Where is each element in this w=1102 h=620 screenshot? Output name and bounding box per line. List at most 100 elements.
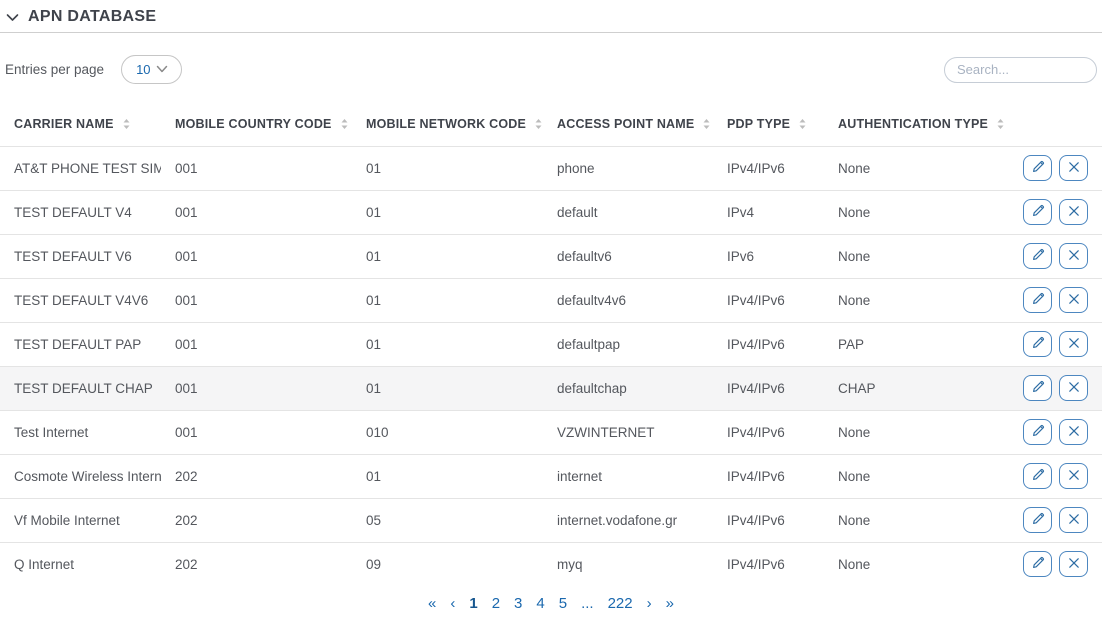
table-row: Vf Mobile Internet 202 05 internet.vodaf… — [0, 498, 1102, 542]
search-input[interactable] — [944, 57, 1097, 83]
cell-mobile-network-code: 01 — [352, 278, 543, 322]
edit-button[interactable] — [1023, 419, 1052, 445]
cell-carrier-name: TEST DEFAULT V4V6 — [0, 278, 161, 322]
pagination-page-3[interactable]: 3 — [514, 595, 522, 612]
pagination-last[interactable]: » — [666, 595, 674, 612]
edit-button[interactable] — [1023, 463, 1052, 489]
pagination: « ‹ 1 2 3 4 5 ... 222 › » — [0, 595, 1102, 612]
cell-pdp-type: IPv6 — [713, 234, 824, 278]
pencil-icon — [1030, 203, 1046, 222]
sort-arrows-icon — [702, 118, 711, 130]
cell-access-point-name: internet — [543, 454, 713, 498]
column-header-mobile-network-code[interactable]: MOBILE NETWORK CODE — [352, 103, 543, 146]
cell-mobile-network-code: 010 — [352, 410, 543, 454]
delete-button[interactable] — [1059, 287, 1088, 313]
column-header-pdp-type[interactable]: PDP TYPE — [713, 103, 824, 146]
edit-button[interactable] — [1023, 287, 1052, 313]
x-icon — [1067, 336, 1081, 353]
table-row: Test Internet 001 010 VZWINTERNET IPv4/I… — [0, 410, 1102, 454]
apn-table: CARRIER NAME MOBILE COUNTRY CODE MOBILE … — [0, 103, 1102, 586]
cell-carrier-name: Test Internet — [0, 410, 161, 454]
cell-actions — [1010, 410, 1102, 454]
cell-pdp-type: IPv4/IPv6 — [713, 146, 824, 190]
table-row: Q Internet 202 09 myq IPv4/IPv6 None — [0, 542, 1102, 586]
cell-actions — [1010, 234, 1102, 278]
edit-button[interactable] — [1023, 199, 1052, 225]
pencil-icon — [1030, 159, 1046, 178]
delete-button[interactable] — [1059, 243, 1088, 269]
table-row: TEST DEFAULT V6 001 01 defaultv6 IPv6 No… — [0, 234, 1102, 278]
table-header-row: CARRIER NAME MOBILE COUNTRY CODE MOBILE … — [0, 103, 1102, 146]
cell-mobile-country-code: 001 — [161, 146, 352, 190]
column-header-mobile-country-code[interactable]: MOBILE COUNTRY CODE — [161, 103, 352, 146]
cell-mobile-country-code: 001 — [161, 190, 352, 234]
cell-access-point-name: defaultchap — [543, 366, 713, 410]
delete-button[interactable] — [1059, 507, 1088, 533]
x-icon — [1067, 204, 1081, 221]
cell-mobile-network-code: 01 — [352, 366, 543, 410]
pagination-page-5[interactable]: 5 — [559, 595, 567, 612]
table-row: TEST DEFAULT V4V6 001 01 defaultv4v6 IPv… — [0, 278, 1102, 322]
cell-pdp-type: IPv4/IPv6 — [713, 366, 824, 410]
cell-mobile-country-code: 202 — [161, 498, 352, 542]
pencil-icon — [1030, 467, 1046, 486]
pagination-page-222[interactable]: 222 — [608, 595, 633, 612]
delete-button[interactable] — [1059, 155, 1088, 181]
cell-pdp-type: IPv4/IPv6 — [713, 278, 824, 322]
cell-authentication-type: None — [824, 410, 1010, 454]
edit-button[interactable] — [1023, 331, 1052, 357]
cell-pdp-type: IPv4/IPv6 — [713, 454, 824, 498]
delete-button[interactable] — [1059, 375, 1088, 401]
table-row: Cosmote Wireless Internet 202 01 interne… — [0, 454, 1102, 498]
cell-mobile-network-code: 01 — [352, 322, 543, 366]
page-title: APN DATABASE — [28, 8, 156, 26]
column-header-authentication-type[interactable]: AUTHENTICATION TYPE — [824, 103, 1010, 146]
entries-per-page-select[interactable]: 10 — [121, 55, 181, 84]
delete-button[interactable] — [1059, 551, 1088, 577]
edit-button[interactable] — [1023, 375, 1052, 401]
cell-actions — [1010, 322, 1102, 366]
x-icon — [1067, 160, 1081, 177]
pagination-first[interactable]: « — [428, 595, 436, 612]
cell-carrier-name: TEST DEFAULT CHAP — [0, 366, 161, 410]
cell-carrier-name: AT&T PHONE TEST SIM — [0, 146, 161, 190]
cell-authentication-type: None — [824, 190, 1010, 234]
cell-access-point-name: defaultv4v6 — [543, 278, 713, 322]
delete-button[interactable] — [1059, 419, 1088, 445]
cell-carrier-name: TEST DEFAULT PAP — [0, 322, 161, 366]
apn-database-section-header[interactable]: APN DATABASE — [0, 0, 1102, 33]
delete-button[interactable] — [1059, 199, 1088, 225]
column-header-carrier-name[interactable]: CARRIER NAME — [0, 103, 161, 146]
pagination-next[interactable]: › — [647, 595, 652, 612]
chevron-down-icon — [156, 60, 168, 78]
pagination-page-4[interactable]: 4 — [536, 595, 544, 612]
x-icon — [1067, 424, 1081, 441]
cell-authentication-type: None — [824, 278, 1010, 322]
edit-button[interactable] — [1023, 551, 1052, 577]
cell-authentication-type: CHAP — [824, 366, 1010, 410]
pagination-page-2[interactable]: 2 — [492, 595, 500, 612]
table-row: TEST DEFAULT V4 001 01 default IPv4 None — [0, 190, 1102, 234]
cell-carrier-name: Cosmote Wireless Internet — [0, 454, 161, 498]
cell-pdp-type: IPv4/IPv6 — [713, 322, 824, 366]
cell-mobile-country-code: 001 — [161, 322, 352, 366]
edit-button[interactable] — [1023, 507, 1052, 533]
table-row: TEST DEFAULT PAP 001 01 defaultpap IPv4/… — [0, 322, 1102, 366]
table-row: TEST DEFAULT CHAP 001 01 defaultchap IPv… — [0, 366, 1102, 410]
delete-button[interactable] — [1059, 331, 1088, 357]
cell-actions — [1010, 190, 1102, 234]
delete-button[interactable] — [1059, 463, 1088, 489]
column-header-access-point-name[interactable]: ACCESS POINT NAME — [543, 103, 713, 146]
x-icon — [1067, 468, 1081, 485]
pagination-page-1[interactable]: 1 — [469, 595, 477, 612]
x-icon — [1067, 512, 1081, 529]
cell-actions — [1010, 278, 1102, 322]
cell-carrier-name: Vf Mobile Internet — [0, 498, 161, 542]
x-icon — [1067, 248, 1081, 265]
edit-button[interactable] — [1023, 243, 1052, 269]
cell-actions — [1010, 366, 1102, 410]
x-icon — [1067, 556, 1081, 573]
edit-button[interactable] — [1023, 155, 1052, 181]
pencil-icon — [1030, 379, 1046, 398]
pagination-prev[interactable]: ‹ — [450, 595, 455, 612]
